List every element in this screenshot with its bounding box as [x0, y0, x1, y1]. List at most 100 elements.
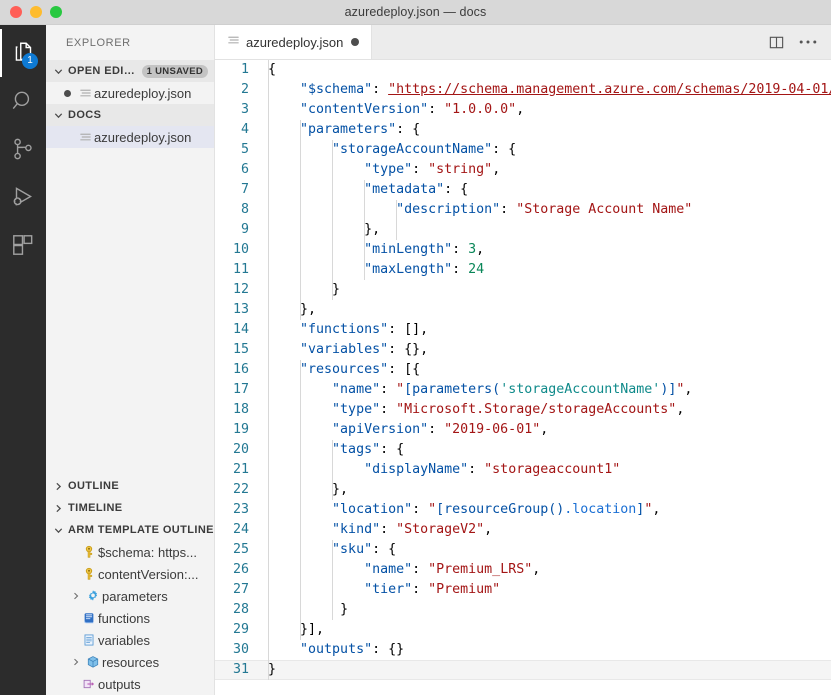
line-number: 29 — [215, 620, 267, 640]
arm-outline-item-variables[interactable]: variables — [46, 629, 214, 651]
code-line[interactable]: 7 "metadata": { — [215, 180, 831, 200]
activity-item-source-control[interactable] — [0, 125, 46, 173]
code-line[interactable]: 29 }], — [215, 620, 831, 640]
token-punc: , — [516, 102, 524, 117]
activity-item-explorer[interactable]: 1 — [0, 29, 46, 77]
json-file-icon — [76, 87, 94, 100]
token-plain — [268, 302, 300, 317]
token-expr: [resourceGroup() — [436, 502, 564, 517]
arm-outline-item-resources[interactable]: resources — [46, 651, 214, 673]
activity-item-search[interactable] — [0, 77, 46, 125]
open-editor-item[interactable]: azuredeploy.json — [46, 82, 214, 104]
section-arm-template-outline[interactable]: ARM TEMPLATE OUTLINE — [46, 519, 214, 541]
token-key: "name" — [364, 562, 412, 577]
arm-outline-item-contentversion[interactable]: contentVersion:... — [46, 563, 214, 585]
code-line[interactable]: 25 "sku": { — [215, 540, 831, 560]
code-line[interactable]: 14 "functions": [], — [215, 320, 831, 340]
tab-azuredeploy-json[interactable]: azuredeploy.json — [215, 25, 372, 59]
token-num: 24 — [468, 262, 484, 277]
section-timeline[interactable]: TIMELINE — [46, 497, 214, 519]
code-line[interactable]: 30 "outputs": {} — [215, 640, 831, 660]
code-line[interactable]: 4 "parameters": { — [215, 120, 831, 140]
dirty-indicator-icon — [58, 90, 76, 97]
section-open-editors[interactable]: OPEN EDIT... 1 UNSAVED — [46, 60, 214, 82]
code-line[interactable]: 26 "name": "Premium_LRS", — [215, 560, 831, 580]
line-content: "maxLength": 24 — [267, 260, 831, 280]
code-line[interactable]: 6 "type": "string", — [215, 160, 831, 180]
line-content: "apiVersion": "2019-06-01", — [267, 420, 831, 440]
code-line[interactable]: 11 "maxLength": 24 — [215, 260, 831, 280]
token-punc: : — [428, 102, 444, 117]
zoom-window-button[interactable] — [50, 6, 62, 18]
sidebar-filler — [46, 148, 214, 475]
code-line[interactable]: 1{ — [215, 60, 831, 80]
chevron-right-icon[interactable] — [68, 654, 84, 670]
vscode-window: azuredeploy.json — docs 1 — [0, 0, 831, 695]
code-line[interactable]: 5 "storageAccountName": { — [215, 140, 831, 160]
activity-item-run-and-debug[interactable] — [0, 173, 46, 221]
arm-outline-item-parameters[interactable]: parameters — [46, 585, 214, 607]
code-line[interactable]: 18 "type": "Microsoft.Storage/storageAcc… — [215, 400, 831, 420]
ellipsis-icon[interactable] — [799, 39, 817, 45]
code-line[interactable]: 15 "variables": {}, — [215, 340, 831, 360]
code-line[interactable]: 22 }, — [215, 480, 831, 500]
token-key: "displayName" — [364, 462, 468, 477]
code-line[interactable]: 16 "resources": [{ — [215, 360, 831, 380]
code-line[interactable]: 28 } — [215, 600, 831, 620]
token-str: "string" — [428, 162, 492, 177]
token-prop: .location — [564, 502, 636, 517]
line-number: 6 — [215, 160, 267, 180]
section-open-editors-label: OPEN EDIT... — [68, 65, 140, 77]
activity-item-extensions[interactable] — [0, 221, 46, 269]
chevron-down-icon — [50, 63, 66, 79]
arm-outline-item-functions[interactable]: functions — [46, 607, 214, 629]
code-line[interactable]: 24 "kind": "StorageV2", — [215, 520, 831, 540]
line-number: 10 — [215, 240, 267, 260]
code-line[interactable]: 23 "location": "[resourceGroup().locatio… — [215, 500, 831, 520]
code-line[interactable]: 10 "minLength": 3, — [215, 240, 831, 260]
close-window-button[interactable] — [10, 6, 22, 18]
token-punc: , — [484, 522, 492, 537]
token-str: "1.0.0.0" — [444, 102, 516, 117]
line-number: 3 — [215, 100, 267, 120]
token-punc: : { — [444, 182, 468, 197]
code-line[interactable]: 2 "$schema": "https://schema.management.… — [215, 80, 831, 100]
line-number: 23 — [215, 500, 267, 520]
code-line[interactable]: 9 }, — [215, 220, 831, 240]
arm-outline-item-schema[interactable]: $schema: https... — [46, 541, 214, 563]
line-number: 13 — [215, 300, 267, 320]
token-key: "name" — [332, 382, 380, 397]
code-line[interactable]: 3 "contentVersion": "1.0.0.0", — [215, 100, 831, 120]
token-key: "functions" — [300, 322, 388, 337]
code-line[interactable]: 17 "name": "[parameters('storageAccountN… — [215, 380, 831, 400]
line-number: 25 — [215, 540, 267, 560]
code-line[interactable]: 12 } — [215, 280, 831, 300]
source-control-icon — [10, 136, 36, 162]
search-icon — [10, 88, 36, 114]
chevron-right-icon[interactable] — [68, 588, 84, 604]
token-key: "sku" — [332, 542, 372, 557]
section-outline[interactable]: OUTLINE — [46, 475, 214, 497]
arm-outline-item-outputs[interactable]: outputs — [46, 673, 214, 695]
code-line[interactable]: 27 "tier": "Premium" — [215, 580, 831, 600]
line-number: 15 — [215, 340, 267, 360]
code-line[interactable]: 20 "tags": { — [215, 440, 831, 460]
tab-dirty-indicator-icon[interactable] — [351, 38, 359, 46]
token-str: "Storage Account Name" — [516, 202, 692, 217]
code-line[interactable]: 31} — [215, 660, 831, 680]
split-editor-icon[interactable] — [768, 34, 785, 51]
line-content: }, — [267, 480, 831, 500]
minimize-window-button[interactable] — [30, 6, 42, 18]
section-docs[interactable]: DOCS — [46, 104, 214, 126]
line-number: 28 — [215, 600, 267, 620]
docs-file-item[interactable]: azuredeploy.json — [46, 126, 214, 148]
line-content: }], — [267, 620, 831, 640]
key-icon — [80, 545, 98, 559]
code-line[interactable]: 21 "displayName": "storageaccount1" — [215, 460, 831, 480]
token-punc: : — [412, 582, 428, 597]
code-editor[interactable]: 1{2 "$schema": "https://schema.managemen… — [215, 60, 831, 695]
code-line[interactable]: 19 "apiVersion": "2019-06-01", — [215, 420, 831, 440]
code-line[interactable]: 13 }, — [215, 300, 831, 320]
token-punc: , — [540, 422, 548, 437]
code-line[interactable]: 8 "description": "Storage Account Name" — [215, 200, 831, 220]
